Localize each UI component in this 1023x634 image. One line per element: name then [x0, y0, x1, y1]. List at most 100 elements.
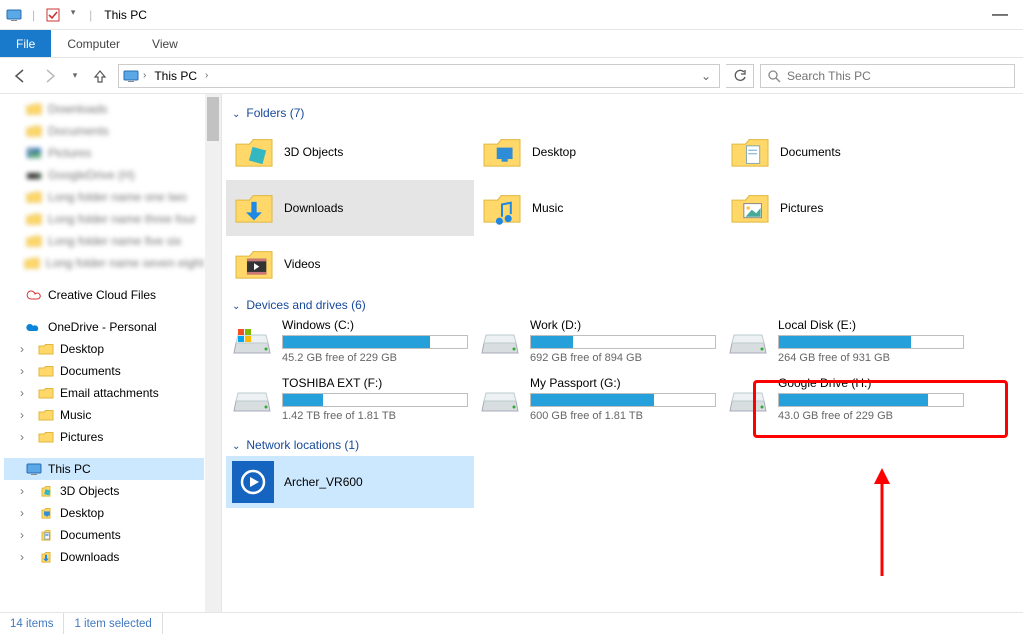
sidebar-item[interactable]: Pictures	[4, 142, 204, 164]
drive-icon	[728, 383, 768, 415]
drive-item[interactable]: TOSHIBA EXT (F:) 1.42 TB free of 1.81 TB	[226, 374, 474, 432]
content-pane: ⌄ Folders (7) 3D Objects Desktop Documents…	[222, 94, 1023, 612]
sidebar-item[interactable]: Long folder name seven eight	[4, 252, 204, 274]
folder-icon	[26, 233, 42, 249]
folder-label: Desktop	[532, 145, 576, 159]
videos-icon	[232, 243, 274, 285]
desktop-icon	[38, 505, 54, 521]
sidebar-item-creative-cloud[interactable]: Creative Cloud Files	[4, 284, 204, 306]
refresh-button[interactable]	[726, 64, 754, 88]
drive-label: Google Drive (H:)	[778, 376, 964, 390]
folder-icon	[38, 363, 54, 379]
sidebar-item[interactable]: Documents	[4, 524, 204, 546]
sidebar-item[interactable]: Long folder name one two	[4, 186, 204, 208]
desktop-icon	[480, 131, 522, 173]
drive-item[interactable]: Work (D:) 692 GB free of 894 GB	[474, 316, 722, 374]
sidebar-item[interactable]: Pictures	[4, 426, 204, 448]
chevron-right-icon[interactable]: ›	[205, 70, 208, 81]
folder-label: Music	[532, 201, 563, 215]
pc-icon	[123, 68, 139, 84]
network-location-label: Archer_VR600	[284, 475, 363, 489]
drive-free-text: 43.0 GB free of 229 GB	[778, 410, 964, 422]
drive-free-text: 45.2 GB free of 229 GB	[282, 352, 468, 364]
section-network[interactable]: ⌄ Network locations (1)	[222, 432, 1023, 456]
status-bar: 14 items 1 item selected	[0, 612, 1023, 634]
drive-free-text: 1.42 TB free of 1.81 TB	[282, 410, 468, 422]
drive-capacity-bar	[530, 335, 716, 349]
sidebar-item[interactable]: Documents	[4, 360, 204, 382]
search-icon	[767, 69, 781, 83]
sidebar-item[interactable]: Documents	[4, 120, 204, 142]
section-folders[interactable]: ⌄ Folders (7)	[222, 100, 1023, 124]
folder-icon	[26, 167, 42, 183]
chevron-down-icon: ⌄	[232, 441, 240, 452]
music-icon	[480, 187, 522, 229]
sidebar-item[interactable]: Downloads	[4, 98, 204, 120]
address-bar[interactable]: › This PC › ⌄	[118, 64, 720, 88]
documents-icon	[728, 131, 770, 173]
folder-item[interactable]: Pictures	[722, 180, 970, 236]
drive-icon	[232, 325, 272, 357]
drive-icon	[232, 383, 272, 415]
sidebar-scrollbar[interactable]	[205, 94, 221, 612]
media-device-icon	[232, 461, 274, 503]
sidebar-item[interactable]: Music	[4, 404, 204, 426]
properties-icon[interactable]	[45, 7, 61, 23]
drive-free-text: 264 GB free of 931 GB	[778, 352, 964, 364]
sidebar-item[interactable]: Long folder name five six	[4, 230, 204, 252]
folder-item[interactable]: Downloads	[226, 180, 474, 236]
back-button[interactable]	[8, 64, 32, 88]
folder-item[interactable]: Desktop	[474, 124, 722, 180]
folder-item[interactable]: Documents	[722, 124, 970, 180]
chevron-down-icon: ⌄	[232, 301, 240, 312]
tab-file[interactable]: File	[0, 30, 51, 57]
search-input[interactable]	[787, 69, 1008, 83]
sidebar-item[interactable]: GoogleDrive (H)	[4, 164, 204, 186]
minimize-button[interactable]: —	[983, 0, 1017, 30]
scrollbar-thumb[interactable]	[207, 97, 219, 141]
navigation-row: ▾ › This PC › ⌄	[0, 58, 1023, 94]
sidebar-item[interactable]: Desktop	[4, 338, 204, 360]
separator: |	[89, 8, 92, 22]
search-box[interactable]	[760, 64, 1015, 88]
folder-item[interactable]: 3D Objects	[226, 124, 474, 180]
address-history-dropdown[interactable]: ⌄	[697, 69, 715, 83]
downloads-icon	[232, 187, 274, 229]
folder-icon	[38, 429, 54, 445]
folder-icon	[26, 145, 42, 161]
section-drives[interactable]: ⌄ Devices and drives (6)	[222, 292, 1023, 316]
breadcrumb[interactable]: This PC	[150, 69, 201, 83]
status-selection-count: 1 item selected	[64, 613, 162, 634]
titlebar: | ▾ | This PC —	[0, 0, 1023, 30]
drive-label: Work (D:)	[530, 318, 716, 332]
network-location-item[interactable]: Archer_VR600	[226, 456, 474, 508]
tab-view[interactable]: View	[136, 30, 194, 57]
separator: |	[32, 8, 35, 22]
3d-icon	[232, 131, 274, 173]
drive-item[interactable]: Windows (C:) 45.2 GB free of 229 GB	[226, 316, 474, 374]
sidebar-item-onedrive[interactable]: OneDrive - Personal	[4, 316, 204, 338]
drive-label: Windows (C:)	[282, 318, 468, 332]
drive-icon	[480, 325, 520, 357]
sidebar-item[interactable]: Desktop	[4, 502, 204, 524]
folder-icon	[38, 341, 54, 357]
folder-label: Pictures	[780, 201, 823, 215]
chevron-right-icon[interactable]: ›	[143, 70, 146, 81]
folder-item[interactable]: Music	[474, 180, 722, 236]
sidebar-item[interactable]: Downloads	[4, 546, 204, 568]
drive-free-text: 600 GB free of 1.81 TB	[530, 410, 716, 422]
forward-button[interactable]	[38, 64, 62, 88]
drive-item[interactable]: Google Drive (H:) 43.0 GB free of 229 GB	[722, 374, 970, 432]
sidebar-item[interactable]: Long folder name three four	[4, 208, 204, 230]
sidebar-item[interactable]: Email attachments	[4, 382, 204, 404]
up-button[interactable]	[88, 64, 112, 88]
drive-item[interactable]: My Passport (G:) 600 GB free of 1.81 TB	[474, 374, 722, 432]
qat-dropdown-icon[interactable]: ▾	[67, 7, 79, 23]
recent-dropdown[interactable]: ▾	[68, 64, 82, 88]
sidebar-item[interactable]: 3D Objects	[4, 480, 204, 502]
sidebar-item-this-pc[interactable]: This PC	[4, 458, 204, 480]
tab-computer[interactable]: Computer	[51, 30, 136, 57]
folder-item[interactable]: Videos	[226, 236, 474, 292]
drive-item[interactable]: Local Disk (E:) 264 GB free of 931 GB	[722, 316, 970, 374]
navigation-pane: DownloadsDocumentsPicturesGoogleDrive (H…	[0, 94, 222, 612]
